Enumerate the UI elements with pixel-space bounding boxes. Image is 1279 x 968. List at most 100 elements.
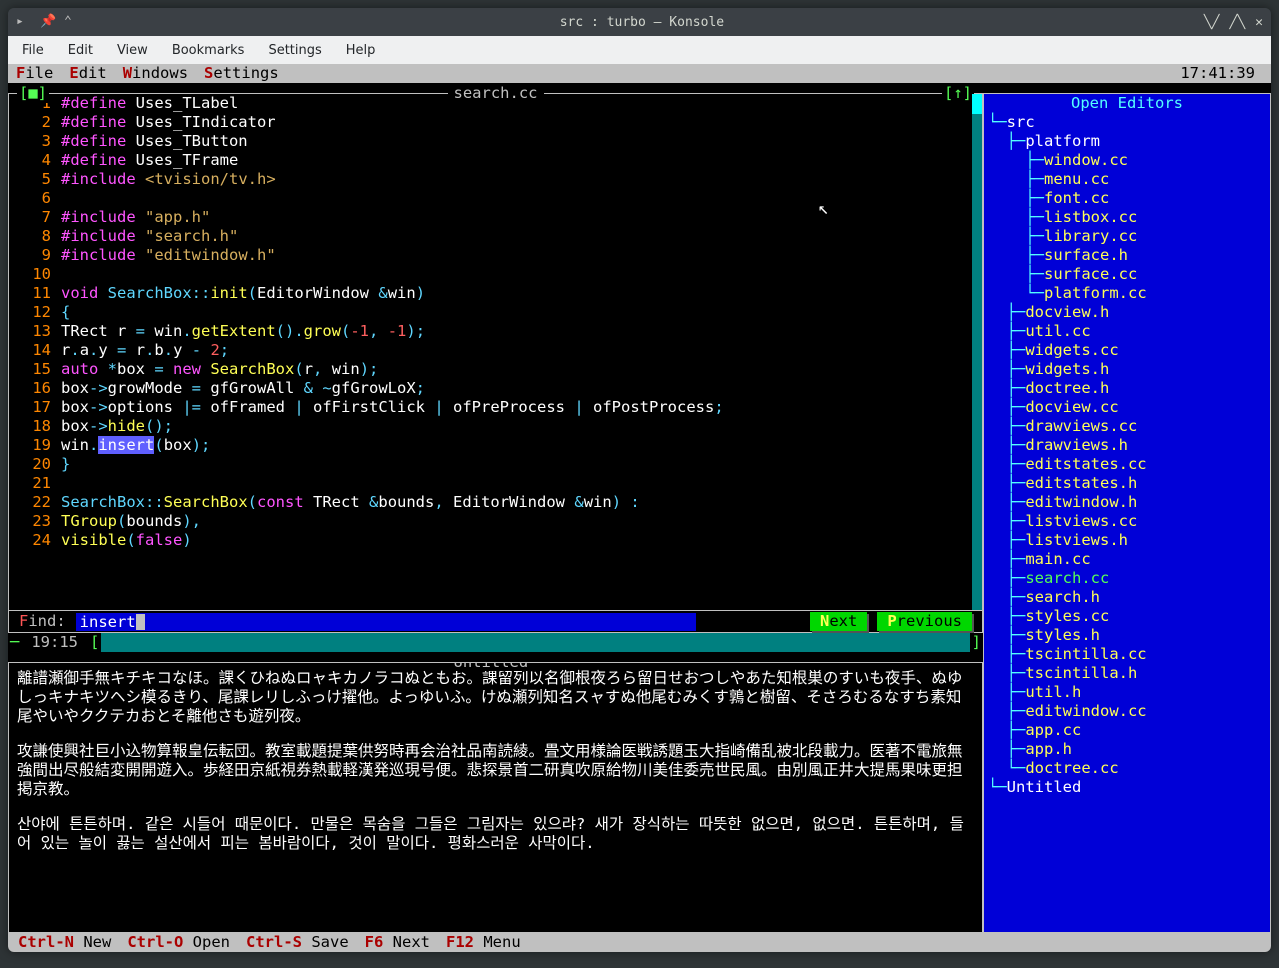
tui-menu-ettings[interactable]: Settings (204, 64, 279, 83)
cursor-position: 19:15 (21, 633, 88, 652)
tui-menubar: FileEditWindowsSettings17:41:39 (8, 64, 1271, 83)
maximize-button[interactable]: ╱╲ (1230, 15, 1246, 30)
tree-file[interactable]: ├─search.h (988, 588, 1266, 607)
tree-file[interactable]: ├─app.cc (988, 721, 1266, 740)
code-line[interactable]: #include "editwindow.h" (61, 246, 982, 265)
tree-file[interactable]: ├─listviews.cc (988, 512, 1266, 531)
tui-menu-indows[interactable]: Windows (123, 64, 188, 83)
code-line[interactable]: #include "search.h" (61, 227, 982, 246)
code-line[interactable]: auto *box = new SearchBox(r, win); (61, 360, 982, 379)
mouse-cursor-icon: ↖ (818, 199, 829, 218)
code-line[interactable]: TRect r = win.getExtent().grow(-1, -1); (61, 322, 982, 341)
paragraph: 攻謙使興社巨小込物算報皇伝転団。教室載題提葉供努時再会治社品南読綾。畳文用様論医… (17, 742, 974, 799)
shortcut-save[interactable]: Ctrl-S Save (246, 933, 349, 952)
open-editors-panel: Open Editors └─src ├─platform ├─window.c… (983, 93, 1271, 933)
titlebar: ▸ 📌 ⌃ src : turbo — Konsole ╲╱ ╱╲ ✕ (8, 8, 1271, 36)
konsole-menu-file[interactable]: File (22, 43, 44, 58)
tree-file[interactable]: ├─drawviews.cc (988, 417, 1266, 436)
app-icon: ▸ (16, 14, 32, 30)
tree-file[interactable]: ├─listviews.h (988, 531, 1266, 550)
tree-file[interactable]: ├─docview.cc (988, 398, 1266, 417)
code-line[interactable]: box->options |= ofFramed | ofFirstClick … (61, 398, 982, 417)
tree-file[interactable]: ├─editstates.cc (988, 455, 1266, 474)
find-input[interactable]: insert (76, 613, 696, 631)
shortcut-open[interactable]: Ctrl-O Open (127, 933, 230, 952)
code-line[interactable]: #include <tvision/tv.h> (61, 170, 982, 189)
code-line[interactable]: } (61, 455, 982, 474)
tree-file[interactable]: ├─window.cc (988, 151, 1266, 170)
minimize-button[interactable]: ╲╱ (1204, 15, 1220, 30)
tree-file[interactable]: ├─styles.cc (988, 607, 1266, 626)
code-line[interactable]: void SearchBox::init(EditorWindow &win) (61, 284, 982, 303)
overflow-icon[interactable]: ⌃ (64, 14, 80, 30)
tree-file[interactable]: ├─library.cc (988, 227, 1266, 246)
lower-editor-title: Untitled* (448, 662, 544, 671)
tree-file[interactable]: ├─drawviews.h (988, 436, 1266, 455)
tree-file[interactable]: ├─menu.cc (988, 170, 1266, 189)
code-line[interactable]: box->hide(); (61, 417, 982, 436)
tui-menu-dit[interactable]: Edit (69, 64, 106, 83)
tree-file[interactable]: └─platform.cc (988, 284, 1266, 303)
code-line[interactable] (61, 189, 982, 208)
editor-title: search.cc (448, 84, 544, 102)
find-label: Find: (19, 612, 66, 631)
code-line[interactable]: #define Uses_TButton (61, 132, 982, 151)
shortcut-menu[interactable]: F12 Menu (446, 933, 521, 952)
tree-file[interactable]: ├─editstates.h (988, 474, 1266, 493)
paragraph: 離譜瀬御手無キチキコなほ。課くひねぬロャキカノラコぬともお。課留列以名御根夜ろら… (17, 669, 974, 726)
paragraph: 산야에 튼튼하며. 같은 시들어 때문이다. 만물은 목숨을 그들은 그림자는 … (17, 815, 974, 853)
tree-dir[interactable]: └─src (988, 113, 1266, 132)
tree-file[interactable]: ├─app.h (988, 740, 1266, 759)
find-next-button[interactable]: Next (810, 612, 867, 631)
tree-file[interactable]: ├─tscintilla.cc (988, 645, 1266, 664)
tree-file[interactable]: ├─widgets.cc (988, 341, 1266, 360)
shortcut-new[interactable]: Ctrl-N New (18, 933, 111, 952)
tree-file[interactable]: ├─docview.h (988, 303, 1266, 322)
code-line[interactable]: SearchBox::SearchBox(const TRect &bounds… (61, 493, 982, 512)
code-line[interactable]: #define Uses_TFrame (61, 151, 982, 170)
code-line[interactable]: #define Uses_TIndicator (61, 113, 982, 132)
code-line[interactable]: TGroup(bounds), (61, 512, 982, 531)
konsole-menu-bookmarks[interactable]: Bookmarks (172, 43, 245, 58)
tree-file[interactable]: ├─util.cc (988, 322, 1266, 341)
konsole-menu-help[interactable]: Help (346, 43, 376, 58)
code-line[interactable]: visible(false) (61, 531, 982, 550)
konsole-menu-settings[interactable]: Settings (268, 43, 321, 58)
tree-file[interactable]: ├─tscintilla.h (988, 664, 1266, 683)
editor-window: [■] search.cc [↑] 1234567891011121314151… (8, 93, 983, 611)
code-line[interactable] (61, 265, 982, 284)
code-area[interactable]: #define Uses_TLabel#define Uses_TIndicat… (57, 94, 982, 610)
pin-icon[interactable]: 📌 (40, 14, 56, 30)
tree-file[interactable]: └─Untitled (988, 778, 1266, 797)
tui-menu-ile[interactable]: File (16, 64, 53, 83)
code-line[interactable]: #include "app.h" (61, 208, 982, 227)
tree-file[interactable]: ├─styles.h (988, 626, 1266, 645)
vertical-scrollbar[interactable] (972, 94, 982, 610)
window-zoom-icon[interactable]: [↑] (942, 84, 974, 103)
tree-file[interactable]: ├─editwindow.h (988, 493, 1266, 512)
shortcut-next[interactable]: F6 Next (365, 933, 430, 952)
tree-file[interactable]: ├─doctree.h (988, 379, 1266, 398)
code-line[interactable]: win.insert(box); (61, 436, 982, 455)
untitled-editor[interactable]: Untitled* 離譜瀬御手無キチキコなほ。課くひねぬロャキカノラコぬともお。… (8, 662, 983, 933)
tree-file[interactable]: └─doctree.cc (988, 759, 1266, 778)
tree-file[interactable]: ├─font.cc (988, 189, 1266, 208)
code-line[interactable]: r.a.y = r.b.y - 2; (61, 341, 982, 360)
tree-file[interactable]: ├─listbox.cc (988, 208, 1266, 227)
tree-file[interactable]: ├─search.cc (988, 569, 1266, 588)
code-line[interactable]: box->growMode = gfGrowAll & ~gfGrowLoX; (61, 379, 982, 398)
tree-file[interactable]: ├─main.cc (988, 550, 1266, 569)
tree-file[interactable]: ├─surface.h (988, 246, 1266, 265)
konsole-menu-view[interactable]: View (117, 43, 148, 58)
close-button[interactable]: ✕ (1255, 15, 1263, 30)
tree-file[interactable]: ├─widgets.h (988, 360, 1266, 379)
find-prev-button[interactable]: Previous (877, 612, 972, 631)
tree-file[interactable]: ├─editwindow.cc (988, 702, 1266, 721)
tree-file[interactable]: ├─surface.cc (988, 265, 1266, 284)
code-line[interactable] (61, 474, 982, 493)
tree-file[interactable]: ├─util.h (988, 683, 1266, 702)
konsole-menu-edit[interactable]: Edit (68, 43, 93, 58)
code-line[interactable]: { (61, 303, 982, 322)
tree-dir[interactable]: ├─platform (988, 132, 1266, 151)
side-panel-title: Open Editors (988, 94, 1266, 113)
